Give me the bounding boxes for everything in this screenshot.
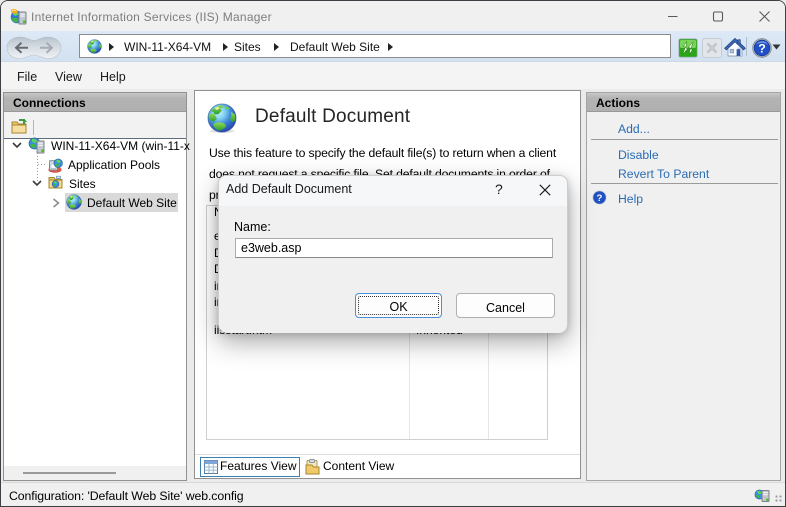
svg-text:?: ?: [758, 41, 766, 55]
svg-text:?: ?: [597, 193, 603, 204]
